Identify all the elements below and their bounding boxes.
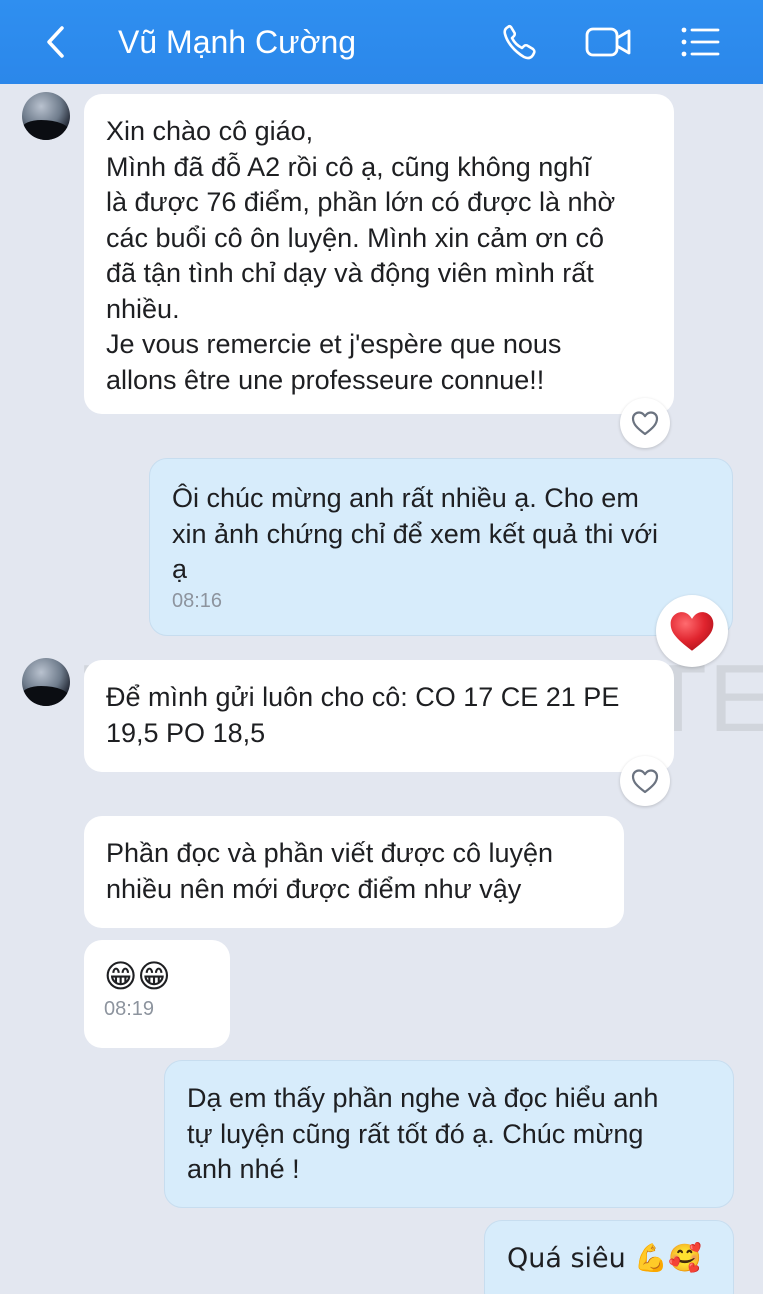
message-text: Xin chào cô giáo, Mình đã đỗ A2 rồi cô ạ… xyxy=(106,116,616,395)
video-call-icon[interactable] xyxy=(584,20,631,64)
heart-outline-icon[interactable] xyxy=(620,756,670,806)
message-outgoing[interactable]: Dạ em thấy phần nghe và đọc hiểu anh tự … xyxy=(164,1060,734,1208)
message-incoming[interactable]: Xin chào cô giáo, Mình đã đỗ A2 rồi cô ạ… xyxy=(84,94,674,414)
message-text: Để mình gửi luôn cho cô: CO 17 CE 21 PE … xyxy=(106,682,620,748)
contact-avatar[interactable] xyxy=(22,92,70,140)
back-arrow-icon[interactable] xyxy=(36,22,76,62)
message-time: 08:16 xyxy=(172,589,223,612)
message-incoming[interactable]: 😁😁 08:19 xyxy=(84,940,230,1048)
message-text: Phần đọc và phần viết được cô luyện nhiề… xyxy=(106,838,554,904)
chat-header: Vũ Mạnh Cường xyxy=(0,0,763,84)
message-time: 08:19 xyxy=(104,998,155,1020)
red-heart-icon[interactable] xyxy=(656,595,728,667)
chat-area[interactable]: Xin chào cô giáo, Mình đã đỗ A2 rồi cô ạ… xyxy=(0,84,763,1294)
heart-outline-icon[interactable] xyxy=(620,398,670,448)
message-text: Quá siêu 💪🥰 xyxy=(507,1243,702,1274)
contact-name[interactable]: Vũ Mạnh Cường xyxy=(118,22,356,62)
message-text: Ôi chúc mừng anh rất nhiều ạ. Cho em xin… xyxy=(172,483,659,584)
menu-list-icon[interactable] xyxy=(678,20,722,64)
message-outgoing[interactable]: Ôi chúc mừng anh rất nhiều ạ. Cho em xin… xyxy=(149,458,733,636)
message-incoming[interactable]: Để mình gửi luôn cho cô: CO 17 CE 21 PE … xyxy=(84,660,674,772)
message-incoming[interactable]: Phần đọc và phần viết được cô luyện nhiề… xyxy=(84,816,624,928)
message-text: 😁😁 xyxy=(104,957,171,995)
contact-avatar[interactable] xyxy=(22,658,70,706)
message-text: Dạ em thấy phần nghe và đọc hiểu anh tự … xyxy=(187,1083,659,1184)
phone-icon[interactable] xyxy=(498,20,542,64)
message-outgoing[interactable]: Quá siêu 💪🥰 xyxy=(484,1220,734,1294)
